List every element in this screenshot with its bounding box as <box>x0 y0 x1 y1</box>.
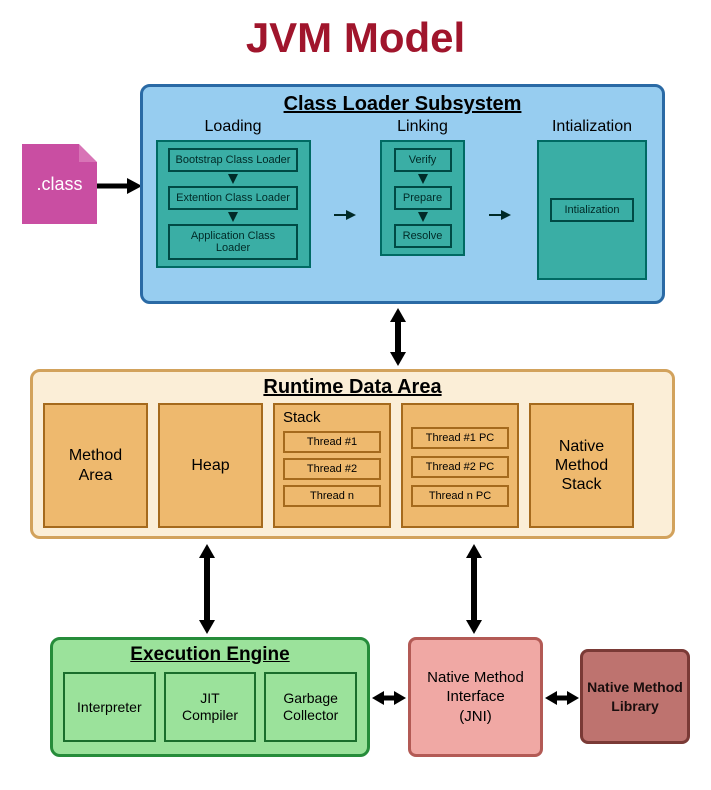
linking-group: Verify Prepare Resolve <box>380 140 465 256</box>
arrow-down-icon <box>228 212 238 222</box>
loading-label: Loading <box>205 118 262 136</box>
thread-n-pc-box: Thread n PC <box>411 485 509 507</box>
class-file-icon: .class <box>22 144 97 224</box>
initialization-label: Intialization <box>552 118 632 136</box>
linking-label: Linking <box>397 118 448 136</box>
arrow-down-icon <box>228 174 238 184</box>
class-file-label: .class <box>36 174 82 195</box>
heap-box: Heap <box>158 403 263 528</box>
verify-box: Verify <box>394 148 452 172</box>
initialization-box: Intialization <box>550 198 634 222</box>
thread-n-box: Thread n <box>283 485 381 507</box>
garbage-collector-box: Garbage Collector <box>264 672 357 742</box>
arrow-runtime-execengine <box>195 544 219 634</box>
jni-box: Native Method Interface (JNI) <box>408 637 543 757</box>
interpreter-box: Interpreter <box>63 672 156 742</box>
initialization-group: Intialization <box>537 140 647 280</box>
arrow-loader-runtime <box>386 308 410 366</box>
extension-class-loader: Extention Class Loader <box>168 186 298 210</box>
jit-compiler-box: JIT Compiler <box>164 672 257 742</box>
stack-label: Stack <box>283 409 381 426</box>
thread-1-pc-box: Thread #1 PC <box>411 427 509 449</box>
loading-group: Bootstrap Class Loader Extention Class L… <box>156 140 311 268</box>
execution-engine-title: Execution Engine <box>63 644 357 666</box>
page-title: JVM Model <box>0 14 711 62</box>
thread-2-pc-box: Thread #2 PC <box>411 456 509 478</box>
pc-register-group: Thread #1 PC Thread #2 PC Thread n PC <box>401 403 519 528</box>
runtime-data-title: Runtime Data Area <box>43 376 662 399</box>
arrow-runtime-jni <box>462 544 486 634</box>
native-method-stack-box: Native Method Stack <box>529 403 634 528</box>
arrow-down-icon <box>418 212 428 222</box>
runtime-data-area: Runtime Data Area Method Area Heap Stack… <box>30 369 675 539</box>
stack-group: Stack Thread #1 Thread #2 Thread n <box>273 403 391 528</box>
arrow-execengine-jni <box>372 688 406 708</box>
class-loader-title: Class Loader Subsystem <box>153 93 652 116</box>
arrow-linking-to-init <box>489 210 511 220</box>
resolve-box: Resolve <box>394 224 452 248</box>
class-loader-subsystem: Class Loader Subsystem Loading Bootstrap… <box>140 84 665 304</box>
arrow-jni-nml <box>545 688 579 708</box>
bootstrap-class-loader: Bootstrap Class Loader <box>168 148 298 172</box>
method-area-box: Method Area <box>43 403 148 528</box>
application-class-loader: Application Class Loader <box>168 224 298 260</box>
thread-1-box: Thread #1 <box>283 431 381 453</box>
arrow-loading-to-linking <box>334 210 356 220</box>
prepare-box: Prepare <box>394 186 452 210</box>
native-method-library-box: Native Method Library <box>580 649 690 744</box>
thread-2-box: Thread #2 <box>283 458 381 480</box>
execution-engine: Execution Engine Interpreter JIT Compile… <box>50 637 370 757</box>
arrow-down-icon <box>418 174 428 184</box>
arrow-classfile-to-loader <box>97 176 142 196</box>
